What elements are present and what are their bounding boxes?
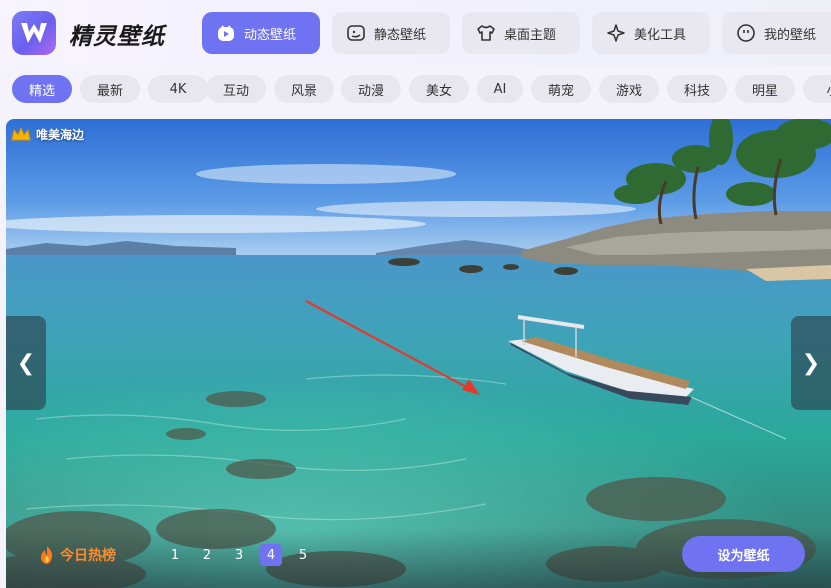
category-latest[interactable]: 最新 <box>80 75 140 103</box>
category-anime[interactable]: 动漫 <box>341 75 401 103</box>
smile-icon <box>736 23 756 43</box>
tab-dynamic-wallpaper[interactable]: 动态壁纸 <box>202 12 320 54</box>
tab-label: 桌面主题 <box>504 27 557 43</box>
category-tech[interactable]: 科技 <box>667 75 727 103</box>
category-games[interactable]: 游戏 <box>599 75 659 103</box>
top-navigation-bar: 精灵壁纸 动态壁纸 静态壁纸 桌面主题 美化工具 我的壁纸 <box>0 0 831 66</box>
tab-desktop-theme[interactable]: 桌面主题 <box>462 12 580 54</box>
category-pets[interactable]: 萌宠 <box>531 75 591 103</box>
category-more[interactable]: 小 <box>803 75 831 103</box>
tab-beautify-tools[interactable]: 美化工具 <box>592 12 710 54</box>
page-4[interactable]: 4 <box>260 544 282 566</box>
category-featured[interactable]: 精选 <box>12 75 72 103</box>
category-4k[interactable]: 4K <box>148 75 208 103</box>
category-interactive[interactable]: 互动 <box>206 75 266 103</box>
wallpaper-preview-image <box>6 119 831 588</box>
page-1[interactable]: 1 <box>164 544 186 566</box>
page-5[interactable]: 5 <box>292 544 314 566</box>
category-bar: 精选 最新 4K 互动 风景 动漫 美女 AI 萌宠 游戏 科技 明星 小 <box>12 75 831 103</box>
tab-my-wallpaper[interactable]: 我的壁纸 <box>722 12 831 54</box>
next-slide-button[interactable]: ❯ <box>791 316 831 410</box>
crown-icon <box>11 126 31 141</box>
sparkle-tool-icon <box>606 23 626 43</box>
hot-list-label: 今日热榜 <box>60 548 116 564</box>
collection-badge: 唯美海边 <box>10 125 84 143</box>
chevron-left-icon: ❮ <box>16 350 36 376</box>
play-icon <box>216 23 236 43</box>
hot-list-button[interactable]: 今日热榜 <box>38 545 116 565</box>
tab-label: 动态壁纸 <box>244 27 297 43</box>
featured-wallpaper-carousel[interactable]: 唯美海边 ❮ ❯ 今日热榜 1 2 3 4 5 设为壁纸 <box>6 119 831 588</box>
image-face-icon <box>346 23 366 43</box>
tab-static-wallpaper[interactable]: 静态壁纸 <box>332 12 450 54</box>
tab-label: 我的壁纸 <box>764 27 817 43</box>
set-as-wallpaper-button[interactable]: 设为壁纸 <box>682 536 805 572</box>
tshirt-icon <box>476 23 496 43</box>
chevron-right-icon: ❯ <box>801 350 821 376</box>
tab-label: 静态壁纸 <box>374 27 427 43</box>
flame-icon <box>41 546 53 564</box>
prev-slide-button[interactable]: ❮ <box>6 316 46 410</box>
app-title: 精灵壁纸 <box>69 24 165 50</box>
category-stars[interactable]: 明星 <box>735 75 795 103</box>
category-ai[interactable]: AI <box>477 75 523 103</box>
collection-badge-label: 唯美海边 <box>36 127 85 142</box>
category-scenery[interactable]: 风景 <box>274 75 334 103</box>
page-3[interactable]: 3 <box>228 544 250 566</box>
page-2[interactable]: 2 <box>196 544 218 566</box>
category-beauty[interactable]: 美女 <box>409 75 469 103</box>
wallpaper-logo-icon[interactable] <box>12 11 56 55</box>
tab-label: 美化工具 <box>634 27 687 43</box>
